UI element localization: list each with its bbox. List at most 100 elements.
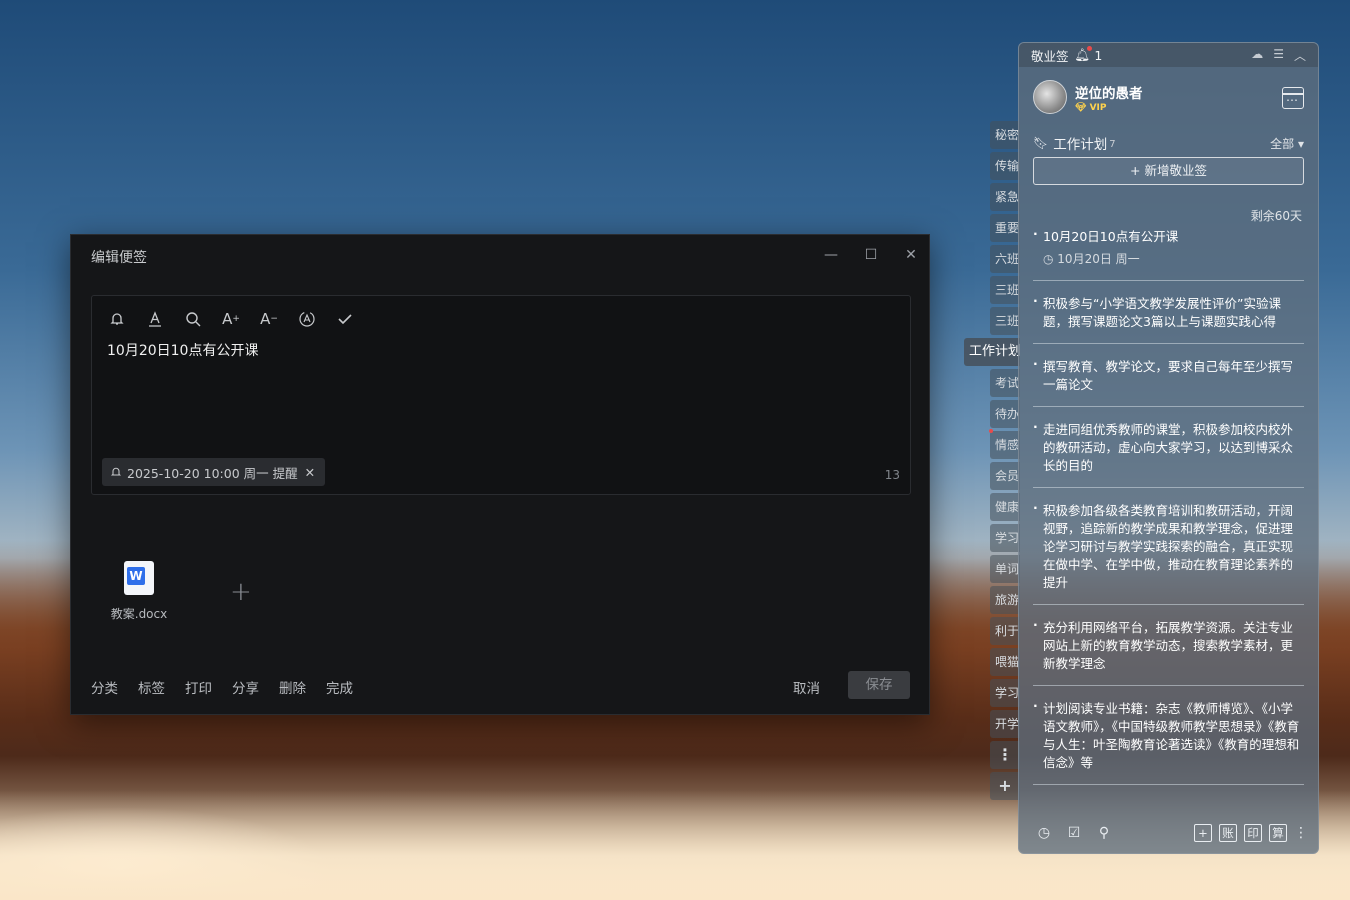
category-button[interactable]: 分类 bbox=[91, 677, 118, 697]
tab-category[interactable]: 单词 bbox=[990, 555, 1020, 583]
bookmark-icon: 🔖︎ bbox=[1033, 136, 1049, 150]
char-count: 13 bbox=[884, 468, 900, 482]
bell-icon[interactable] bbox=[106, 308, 128, 330]
calendar-icon[interactable] bbox=[1282, 87, 1304, 109]
days-left: 剩余60天 bbox=[1250, 209, 1302, 223]
avatar[interactable] bbox=[1033, 80, 1067, 114]
tab-category[interactable]: 会员 bbox=[990, 462, 1020, 490]
add-tab-icon[interactable]: + bbox=[990, 772, 1020, 800]
tag-button[interactable]: 标签 bbox=[138, 677, 165, 697]
note-text: 充分利用网络平台，拓展教学资源。关注专业网站上新的教育教学动态，搜索教学素材，更… bbox=[1043, 620, 1294, 671]
add-note-button[interactable]: + 新增敬业签 bbox=[1033, 157, 1304, 185]
notes-list: 10月20日10点有公开课 ◷ 10月20日 周一 积极参与“小学语文教学发展性… bbox=[1019, 224, 1318, 785]
note-text: 撰写教育、教学论文，要求自己每年至少撰写一篇论文 bbox=[1043, 359, 1294, 392]
vip-badge: 💎︎ VIP bbox=[1075, 102, 1107, 113]
complete-button[interactable]: 完成 bbox=[326, 677, 353, 697]
collapse-icon[interactable]: ︿ bbox=[1294, 47, 1306, 64]
tab-category[interactable]: 紧急 bbox=[990, 183, 1020, 211]
maximize-icon[interactable]: ☐ bbox=[861, 245, 881, 265]
note-item[interactable]: 走进同组优秀教师的课堂，积极参加校内校外的教研活动，虚心向大家学习，以达到博采众… bbox=[1033, 407, 1304, 488]
filter-dropdown[interactable]: 全部 ▾ bbox=[1270, 135, 1304, 152]
note-content[interactable]: 10月20日10点有公开课 bbox=[107, 340, 258, 360]
tab-category[interactable]: 利于 bbox=[990, 617, 1020, 645]
cancel-button[interactable]: 取消 bbox=[793, 677, 820, 697]
word-doc-icon: W bbox=[124, 561, 154, 595]
dialog-actions: 分类 标签 打印 分享 删除 完成 bbox=[91, 677, 353, 697]
edit-note-dialog: 编辑便签 — ☐ ✕ A + A − 10月20日10点有公开课 2025-10… bbox=[70, 234, 930, 715]
note-item[interactable]: 积极参加各级各类教育培训和教研活动，开阔视野，追踪新的教学成果和教学理念，促进理… bbox=[1033, 488, 1304, 605]
user-row: 逆位的愚者 💎︎ VIP bbox=[1019, 67, 1318, 127]
editor-toolbar: A + A − bbox=[106, 308, 356, 330]
check-icon[interactable] bbox=[334, 308, 356, 330]
add-icon[interactable]: + bbox=[1194, 824, 1212, 842]
tab-category[interactable]: 待办 bbox=[990, 400, 1020, 428]
tab-category[interactable]: 考试 bbox=[990, 369, 1020, 397]
tab-category[interactable]: 旅游 bbox=[990, 586, 1020, 614]
search-icon[interactable] bbox=[182, 308, 204, 330]
category-row: 🔖︎ 工作计划 7 全部 ▾ bbox=[1019, 129, 1318, 157]
note-meta: ◷ 10月20日 周一 bbox=[1043, 252, 1140, 266]
tab-category[interactable]: 重要 bbox=[990, 214, 1020, 242]
category-tabs: 秘密 传输 紧急 重要 六班 三班 三班 工作计划 考试 待办 情感 会员 健康… bbox=[964, 121, 1020, 803]
note-item[interactable]: 积极参与“小学语文教学发展性评价”实验课题，撰写课题论文3篇以上与课题实践心得 bbox=[1033, 281, 1304, 344]
category-count: 7 bbox=[1109, 139, 1116, 150]
calculator-icon[interactable]: 算 bbox=[1269, 824, 1287, 842]
font-decrease-icon[interactable]: A − bbox=[258, 308, 280, 330]
tab-category[interactable]: 三班 bbox=[990, 307, 1020, 335]
reminder-remove-icon[interactable]: ✕ bbox=[305, 465, 315, 480]
tab-work-plan-active[interactable]: 工作计划 bbox=[964, 338, 1020, 366]
attachment-item[interactable]: W 教案.docx bbox=[109, 561, 169, 622]
tab-category[interactable]: 六班 bbox=[990, 245, 1020, 273]
reminder-chip[interactable]: 2025-10-20 10:00 周一 提醒 ✕ bbox=[102, 458, 326, 486]
add-attachment-icon[interactable]: + bbox=[230, 577, 252, 607]
tab-category[interactable]: 开学 bbox=[990, 710, 1020, 738]
tab-category[interactable]: 传输 bbox=[990, 152, 1020, 180]
note-text: 积极参加各级各类教育培训和教研活动，开阔视野，追踪新的教学成果和教学理念，促进理… bbox=[1043, 503, 1294, 590]
dialog-title: 编辑便签 bbox=[91, 250, 147, 266]
note-text: 10月20日10点有公开课 bbox=[1043, 229, 1179, 244]
save-button[interactable]: 保存 bbox=[848, 671, 910, 699]
tab-category[interactable]: 学习 bbox=[990, 524, 1020, 552]
note-item[interactable]: 充分利用网络平台，拓展教学资源。关注专业网站上新的教育教学动态，搜索教学素材，更… bbox=[1033, 605, 1304, 686]
share-button[interactable]: 分享 bbox=[232, 677, 259, 697]
tab-category[interactable]: 健康 bbox=[990, 493, 1020, 521]
search-icon[interactable]: ⚲ bbox=[1095, 824, 1113, 842]
minimize-icon[interactable]: — bbox=[821, 245, 841, 265]
tab-category[interactable]: 三班 bbox=[990, 276, 1020, 304]
more-icon[interactable]: ⋮ bbox=[1294, 824, 1308, 842]
close-icon[interactable]: ✕ bbox=[901, 245, 921, 265]
attachment-name: 教案.docx bbox=[110, 607, 168, 621]
tab-category[interactable]: 秘密 bbox=[990, 121, 1020, 149]
reminder-bell-icon bbox=[110, 467, 122, 476]
note-item[interactable]: 计划阅读专业书籍：杂志《教师博览》、《小学语文教师》，《中国特级教师教学思想录》… bbox=[1033, 686, 1304, 785]
notification-count: 1 bbox=[1094, 47, 1103, 63]
tab-category[interactable]: 情感 bbox=[990, 431, 1020, 459]
delete-button[interactable]: 删除 bbox=[279, 677, 306, 697]
note-item[interactable]: 撰写教育、教学论文，要求自己每年至少撰写一篇论文 bbox=[1033, 344, 1304, 407]
text-circle-icon[interactable] bbox=[296, 308, 318, 330]
notes-panel: 敬业签 🔔︎ 1 ☁ ☰ ︿ 逆位的愚者 💎︎ VIP 🔖︎ 工作计划 7 全部… bbox=[1018, 42, 1319, 854]
notification-bell-icon[interactable]: 🔔︎ bbox=[1075, 46, 1093, 63]
panel-header: 敬业签 🔔︎ 1 ☁ ☰ ︿ bbox=[1019, 43, 1318, 67]
cloud-sync-icon[interactable]: ☁ bbox=[1251, 47, 1263, 64]
reminder-text: 2025-10-20 10:00 周一 提醒 bbox=[127, 465, 298, 481]
print-button[interactable]: 打印 bbox=[185, 677, 212, 697]
menu-icon[interactable]: ☰ bbox=[1273, 47, 1284, 64]
more-tabs-icon[interactable]: ⋮ bbox=[990, 741, 1020, 769]
checkbox-icon[interactable]: ☑ bbox=[1065, 824, 1083, 842]
tab-category[interactable]: 喂猫 bbox=[990, 648, 1020, 676]
category-title: 工作计划 bbox=[1053, 137, 1108, 153]
app-name: 敬业签 bbox=[1031, 48, 1069, 64]
note-text: 走进同组优秀教师的课堂，积极参加校内校外的教研活动，虚心向大家学习，以达到博采众… bbox=[1043, 422, 1294, 473]
clock-icon[interactable]: ◷ bbox=[1035, 824, 1053, 842]
panel-footer: ◷ ☑ ⚲ + 账 印 算 ⋮ bbox=[1019, 813, 1318, 853]
user-name[interactable]: 逆位的愚者 bbox=[1075, 82, 1143, 102]
tab-category[interactable]: 学习 bbox=[990, 679, 1020, 707]
print-icon[interactable]: 印 bbox=[1244, 824, 1262, 842]
note-editor[interactable]: A + A − 10月20日10点有公开课 2025-10-20 10:00 周一 … bbox=[91, 295, 911, 495]
note-text: 积极参与“小学语文教学发展性评价”实验课题，撰写课题论文3篇以上与课题实践心得 bbox=[1043, 296, 1281, 329]
ledger-icon[interactable]: 账 bbox=[1219, 824, 1237, 842]
font-increase-icon[interactable]: A + bbox=[220, 308, 242, 330]
note-item[interactable]: 10月20日10点有公开课 ◷ 10月20日 周一 bbox=[1033, 224, 1304, 281]
font-color-icon[interactable] bbox=[144, 308, 166, 330]
